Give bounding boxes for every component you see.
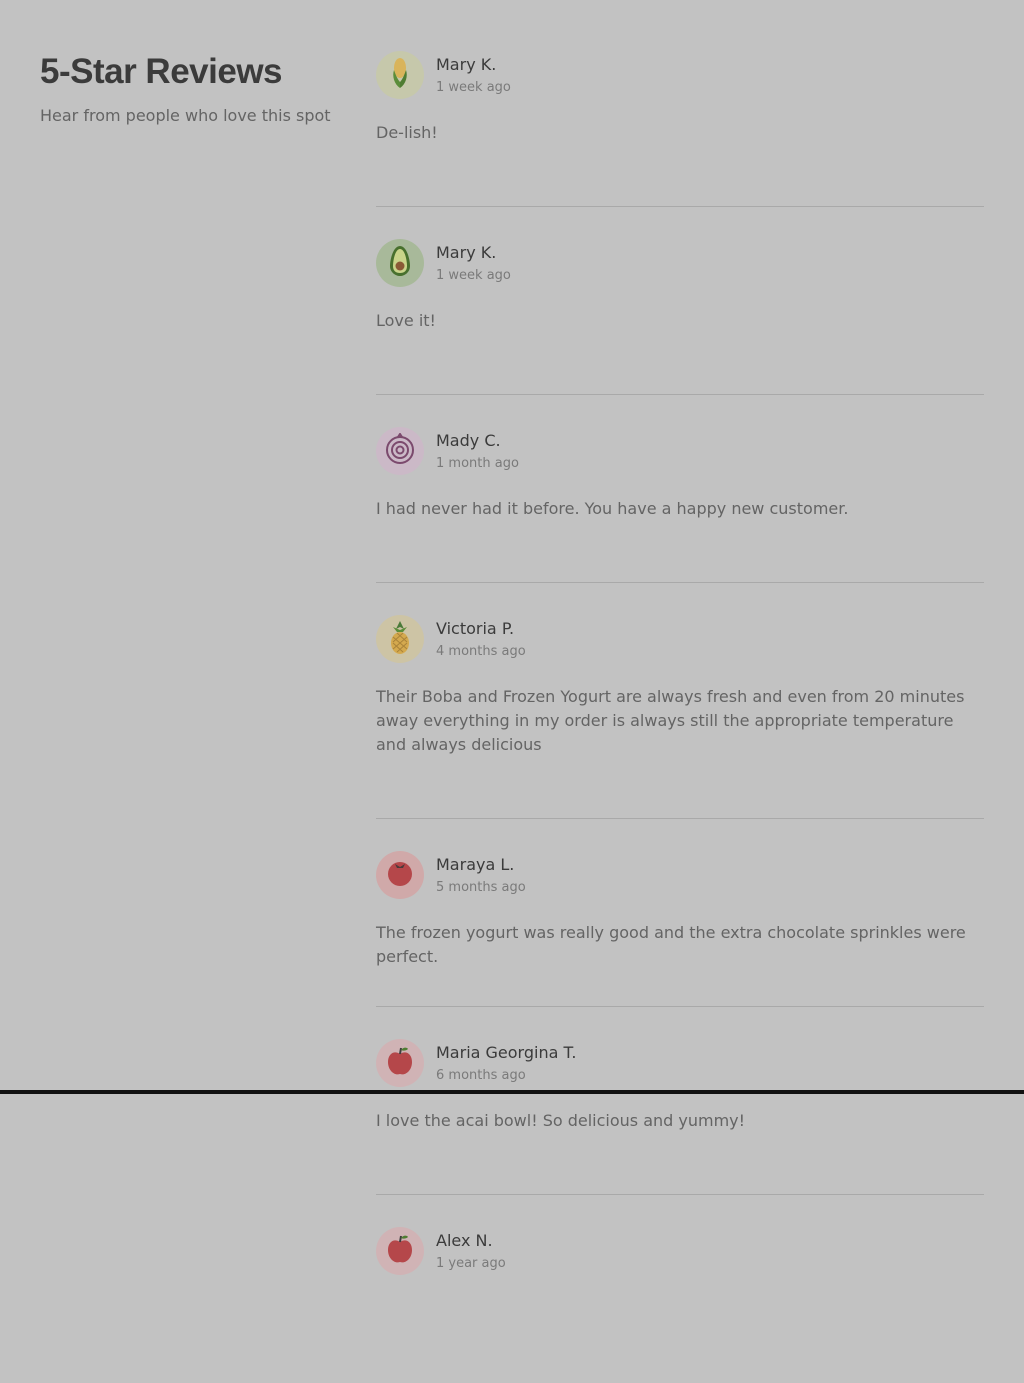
reviewer-name: Victoria P.: [436, 618, 515, 638]
review-item: Mary K. 1 week ago Love it!: [376, 238, 984, 395]
avatar: [376, 239, 424, 287]
reviewer-name: Mary K.: [436, 54, 497, 74]
avatar: [376, 851, 424, 899]
reviewer-name: Mary K.: [436, 242, 497, 262]
review-text: Love it!: [376, 311, 436, 330]
review-date: 1 week ago: [436, 79, 511, 95]
reviews-header: 5-Star Reviews Hear from people who love…: [40, 52, 340, 126]
review-header: Mary K. 1 week ago: [376, 238, 984, 287]
review-item: Alex N. 1 year ago: [376, 1226, 984, 1383]
review-text: De-lish!: [376, 123, 438, 142]
bottom-bar: [0, 1090, 1024, 1094]
apple-icon: [386, 1045, 414, 1081]
pineapple-icon: [387, 619, 413, 659]
review-item: Victoria P. 4 months ago Their Boba and …: [376, 614, 984, 819]
avocado-icon: [387, 244, 413, 282]
corn-icon: [388, 56, 412, 94]
review-header: Alex N. 1 year ago: [376, 1226, 984, 1275]
reviewer-name: Maraya L.: [436, 854, 515, 874]
page-title: 5-Star Reviews: [40, 52, 283, 91]
review-list: Mary K. 1 week ago De-lish! Mary K. 1 we…: [376, 50, 984, 1383]
review-date: 4 months ago: [436, 643, 526, 659]
review-item: Maria Georgina T. 6 months ago I love th…: [376, 1038, 984, 1195]
reviewer-name: Alex N.: [436, 1230, 493, 1250]
review-text: Their Boba and Frozen Yogurt are always …: [376, 687, 965, 754]
reviewer-name: Mady C.: [436, 430, 501, 450]
reviewer-name: Maria Georgina T.: [436, 1042, 577, 1062]
tomato-icon: [386, 859, 414, 891]
review-header: Maria Georgina T. 6 months ago: [376, 1038, 984, 1087]
onion-icon: [384, 432, 416, 469]
page-subtitle: Hear from people who love this spot: [40, 106, 331, 125]
apple-icon: [386, 1233, 414, 1269]
review-text: The frozen yogurt was really good and th…: [376, 923, 966, 966]
avatar: [376, 51, 424, 99]
review-header: Maraya L. 5 months ago: [376, 850, 984, 899]
review-item: Mady C. 1 month ago I had never had it b…: [376, 426, 984, 583]
review-date: 6 months ago: [436, 1067, 526, 1083]
review-date: 5 months ago: [436, 879, 526, 895]
avatar: [376, 1039, 424, 1087]
review-header: Mary K. 1 week ago: [376, 50, 984, 99]
review-header: Mady C. 1 month ago: [376, 426, 984, 475]
review-text: I had never had it before. You have a ha…: [376, 499, 849, 518]
review-item: Mary K. 1 week ago De-lish!: [376, 50, 984, 207]
review-date: 1 year ago: [436, 1255, 506, 1271]
avatar: [376, 1227, 424, 1275]
review-header: Victoria P. 4 months ago: [376, 614, 984, 663]
review-date: 1 month ago: [436, 455, 519, 471]
avatar: [376, 427, 424, 475]
review-text: I love the acai bowl! So delicious and y…: [376, 1111, 746, 1130]
review-date: 1 week ago: [436, 267, 511, 283]
avatar: [376, 615, 424, 663]
review-item: Maraya L. 5 months ago The frozen yogurt…: [376, 850, 984, 1007]
